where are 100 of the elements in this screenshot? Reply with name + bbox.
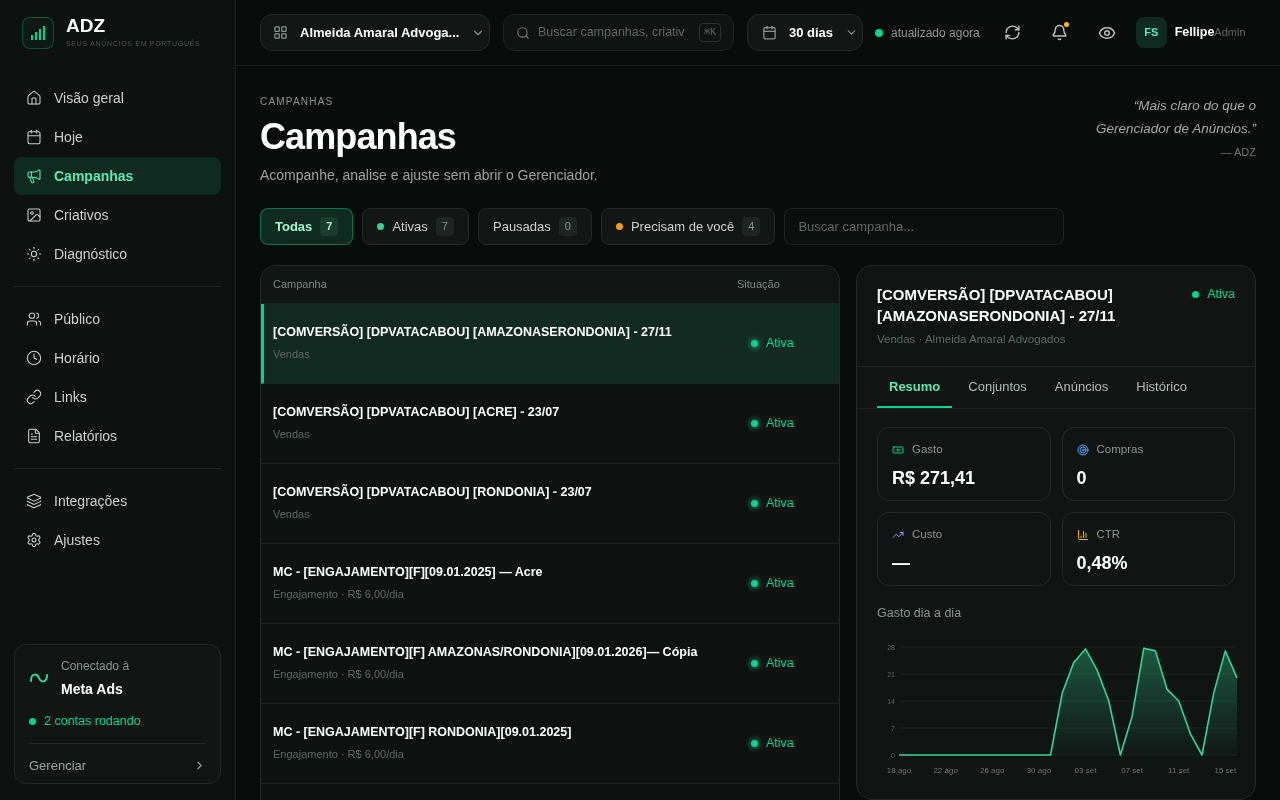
filter-chip[interactable]: Todas 7 [260,208,354,245]
x-tick-label: 11 set [1168,766,1190,775]
filter-chip[interactable]: Pausadas 0 [478,208,592,245]
metric-value: 0 [1076,466,1088,490]
sidebar-item[interactable]: Integrações [14,482,221,520]
shortcut-key: ⌘K [698,23,721,42]
manage-button[interactable]: Gerenciar [29,742,206,775]
status-label: Ativa [766,495,794,513]
period-selector[interactable]: 30 dias [747,14,863,51]
bar-chart-icon [1076,528,1089,541]
refresh-icon[interactable] [1003,24,1021,41]
sidebar-item[interactable]: Diagnóstico [14,235,221,273]
chart-title: Gasto dia a dia [877,605,963,623]
campaign-name: MC - [ENGAJAMENTO][F] AMAZONAS/RONDONIA][09.01.2026]— Cópia [273,644,699,661]
campaign-name: MC - [ENGAJAMENTO][F] RONDONIA][09.01.2025] [273,724,573,741]
megaphone-icon [26,168,42,184]
sidebar-item[interactable]: Visão geral [14,79,221,117]
user-role: Admin [1214,25,1246,41]
metric-label: Gasto [912,442,943,458]
status-label: Ativa [766,575,794,593]
column-header: Situação [737,277,781,293]
status-label: Ativa [766,655,794,673]
campaign-name: [COMVERSÃO] [DPVATACABOU] [ACRE] - 23/07 [273,404,561,421]
money-icon [892,443,904,456]
sidebar-item[interactable]: Relatórios [14,417,221,455]
search-field[interactable]: Buscar campanhas, criativ [538,23,691,42]
campaign-row[interactable]: [COMVERSÃO] [DPVATACABOU] [RONDONIA] - 23/07 Vendas Ativa [261,464,839,544]
sun-icon [26,246,42,262]
metric-value: R$ 271,41 [892,466,977,490]
campaign-row[interactable]: [COMVERSÃO] [DPVATACABOU] [ACRE] - 23/07 Vendas Ativa [261,384,839,464]
campaign-detail: Engajamento · R$ 6,00/dia [273,667,405,683]
user-name: Fellipe [1174,24,1215,42]
count-badge: 7 [320,217,339,236]
campaign-row[interactable]: MC - [ENGAJAMENTO][F] RONDONIA][09.01.2025] Engajamento · R$ 6,00/dia Ativa [261,704,839,784]
settings-icon [26,532,42,548]
clock-icon [26,350,42,366]
campaign-subtitle: Vendas · Almeida Amaral Advogados [877,332,1067,347]
tab[interactable]: Histórico [1124,367,1199,409]
tab[interactable]: Resumo [877,367,953,409]
metric-value: 0,48% [1076,551,1129,575]
connection-caption: Conectado à [61,657,130,675]
quote-author: — ADZ [1220,145,1256,160]
metric-label: CTR [1096,527,1121,543]
search-icon [516,25,530,40]
sidebar-item[interactable]: Ajustes [14,521,221,559]
campaign-row[interactable]: [COMVERSÃO] [DPVATACABOU] [AMAZONASERONDONIA] - 27/11 Vendas Ativa [261,304,839,384]
user-avatar[interactable]: FS [1135,17,1167,48]
sidebar-item[interactable]: Campanhas [14,157,221,195]
x-tick-label: 30 ago [1026,766,1052,775]
x-tick-label: 26 ago [980,766,1005,775]
metric-label: Custo [912,527,943,543]
campaign-name: [COMVERSÃO] [DPVATACABOU] [RONDONIA] - 23/07 [273,484,593,501]
x-tick-label: 22 ago [933,766,958,775]
campaign-row[interactable]: MC - [ENGAJAMENTO][F][09.01.2025] — Acre Engajamento · R$ 6,00/dia Ativa [261,544,839,624]
sidebar-item[interactable]: Horário [14,339,221,377]
page-subtitle: Acompanhe, analise e ajuste sem abrir o Gerenciador. [260,166,598,185]
filter-chip[interactable]: Precisam de você 4 [600,208,776,245]
sync-status: atualizado agora [891,24,980,42]
x-tick-label: 07 set [1121,766,1143,775]
document-icon [26,428,42,444]
page-eyebrow: CAMPANHAS [260,95,335,109]
metric-label: Compras [1096,442,1144,458]
tab[interactable]: Conjuntos [956,367,1039,409]
notification-icon[interactable] [1050,24,1068,41]
count-badge: 7 [435,217,454,236]
count-badge: 4 [742,217,761,236]
target-icon [1076,443,1089,456]
column-header: Campanha [273,277,328,293]
quote-text: “Mais claro do que o Gerenciador de Anúncios.” [1094,97,1256,138]
grid-icon [273,25,288,40]
campaign-name: [COMVERSÃO] [DPVATACABOU] [AMAZONASERONDONIA] - 27/11 [273,324,673,341]
filter-chip[interactable]: Ativas 7 [362,208,469,245]
campaign-detail: Vendas [273,507,311,523]
x-tick-label: 03 set [1074,766,1097,775]
users-icon [26,311,42,327]
count-badge: 0 [558,217,577,236]
campaign-search-field[interactable]: Buscar campanha... [784,208,1065,245]
layers-icon [26,493,42,509]
logo-icon [22,17,54,49]
sidebar-item[interactable]: Hoje [14,118,221,156]
campaign-detail: Engajamento · R$ 6,00/dia [273,587,405,603]
campaign-title: [COMVERSÃO] [DPVATACABOU] [AMAZONASERONDONIA] - 27/11 [877,285,1117,326]
tab[interactable]: Anúncios [1042,367,1121,409]
campaign-detail: Engajamento · R$ 6,00/dia [273,747,405,763]
brand-name: ADZ [66,16,107,37]
sidebar-item[interactable]: Links [14,378,221,416]
sidebar-item[interactable]: Público [14,300,221,338]
status-label: Ativa [766,335,794,353]
sidebar-item[interactable]: Criativos [14,196,221,234]
x-tick-label: 15 set [1214,766,1237,775]
status-label: Ativa [766,415,794,433]
connection-status: 2 contas rodando [44,712,141,730]
status-label: Ativa [766,735,794,753]
account-selector[interactable]: Almeida Amaral Advoga... [260,14,490,51]
campaign-name: MC - [ENGAJAMENTO][F][09.01.2025] — Acre [273,564,544,581]
status-label: Ativa [1207,285,1235,303]
link-icon [26,389,42,405]
metric-value: — [892,551,911,575]
campaign-row[interactable]: MC - [ENGAJAMENTO][F] AMAZONAS/RONDONIA][09.01.2026]— Cópia Engajamento · R$ 6,00/dia Ativa [261,624,839,704]
image-icon [26,207,42,223]
